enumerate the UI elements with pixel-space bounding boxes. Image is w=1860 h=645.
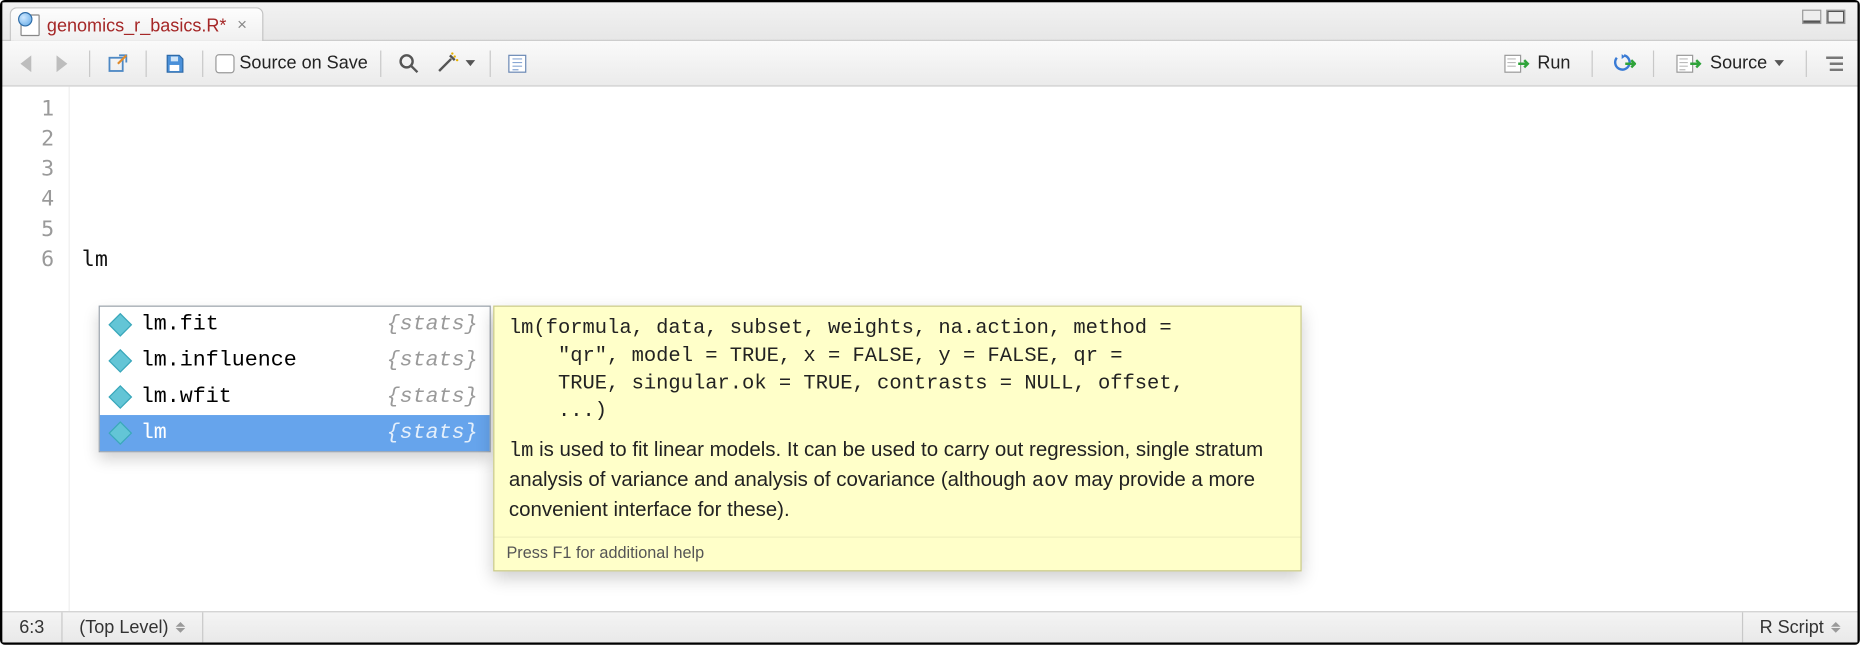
- source-button[interactable]: Source: [1667, 49, 1794, 77]
- autocomplete-tooltip: lm(formula, data, subset, weights, na.ac…: [493, 306, 1301, 572]
- maximize-pane-button[interactable]: [1826, 10, 1845, 24]
- line-number: 2: [2, 124, 54, 154]
- tooltip-code-aov: aov: [1032, 470, 1069, 493]
- file-tab-label: genomics_r_basics.R*: [47, 15, 227, 35]
- minimize-pane-button[interactable]: [1802, 10, 1821, 24]
- autocomplete-item-name: lm: [141, 421, 167, 445]
- line-gutter: 123456: [2, 87, 69, 612]
- file-type-selector[interactable]: R Script: [1743, 612, 1858, 642]
- status-spacer: [203, 612, 1742, 642]
- source-on-save-checkbox[interactable]: [215, 54, 234, 73]
- run-button[interactable]: Run: [1494, 49, 1580, 77]
- function-icon: [108, 421, 132, 445]
- rstudio-source-pane: genomics_r_basics.R* × Source on Save: [0, 0, 1860, 645]
- r-file-icon: [20, 14, 39, 36]
- autocomplete-item[interactable]: lm.fit {stats}: [100, 307, 490, 343]
- function-icon: [108, 349, 132, 373]
- source-label: Source: [1710, 53, 1767, 73]
- line-number: 6: [2, 244, 54, 274]
- code-editor[interactable]: 123456 lm lm.fit {stats} lm.influence {stat…: [2, 87, 1857, 612]
- status-bar: 6:3 (Top Level) R Script: [2, 611, 1857, 642]
- run-icon: [1504, 54, 1530, 73]
- line-number: 1: [2, 94, 54, 124]
- code-tools-button[interactable]: [432, 48, 478, 79]
- nav-forward-button[interactable]: [46, 48, 77, 79]
- nav-back-button[interactable]: [10, 48, 41, 79]
- outline-button[interactable]: [1819, 48, 1850, 79]
- find-button[interactable]: [393, 48, 424, 79]
- autocomplete-item-name: lm.fit: [141, 313, 219, 337]
- save-button[interactable]: [159, 48, 190, 79]
- function-icon: [108, 385, 132, 409]
- close-tab-icon[interactable]: ×: [234, 17, 251, 34]
- updown-icon: [176, 622, 186, 633]
- line-number: 3: [2, 154, 54, 184]
- autocomplete-item-pkg: {stats}: [387, 421, 478, 445]
- code-line[interactable]: [82, 154, 1858, 184]
- autocomplete-item-pkg: {stats}: [387, 313, 478, 337]
- autocomplete-item[interactable]: lm.influence {stats}: [100, 343, 490, 379]
- line-number: 4: [2, 184, 54, 214]
- run-label: Run: [1537, 53, 1570, 73]
- tooltip-signature: lm(formula, data, subset, weights, na.ac…: [494, 307, 1300, 434]
- code-line[interactable]: [82, 94, 1858, 124]
- rerun-button[interactable]: [1605, 49, 1641, 78]
- tooltip-description: lm is used to fit linear models. It can …: [494, 434, 1300, 536]
- chevron-down-icon: [1774, 60, 1784, 66]
- line-number: 5: [2, 214, 54, 244]
- source-icon: [1676, 54, 1702, 73]
- code-line[interactable]: [82, 184, 1858, 214]
- show-in-new-window-button[interactable]: [102, 48, 133, 79]
- tooltip-code-lm: lm: [509, 440, 534, 463]
- chevron-down-icon: [465, 60, 475, 66]
- file-tab[interactable]: genomics_r_basics.R* ×: [10, 7, 264, 41]
- function-icon: [108, 313, 132, 337]
- code-line[interactable]: [82, 124, 1858, 154]
- autocomplete-item-pkg: {stats}: [387, 385, 478, 409]
- compile-report-button[interactable]: [503, 48, 534, 79]
- autocomplete-list[interactable]: lm.fit {stats} lm.influence {stats} lm.wfit {…: [99, 306, 491, 453]
- tooltip-footer: Press F1 for additional help: [494, 536, 1300, 570]
- cursor-position[interactable]: 6:3: [2, 612, 62, 642]
- editor-toolbar: Source on Save Run Source: [2, 41, 1857, 87]
- code-line[interactable]: [82, 214, 1858, 244]
- pane-window-controls: [1802, 10, 1845, 24]
- autocomplete-item[interactable]: lm {stats}: [100, 415, 490, 451]
- updown-icon: [1831, 622, 1841, 633]
- scope-selector[interactable]: (Top Level): [62, 612, 203, 642]
- tab-bar: genomics_r_basics.R* ×: [2, 2, 1857, 40]
- autocomplete-item-name: lm.wfit: [141, 385, 232, 409]
- autocomplete-item-pkg: {stats}: [387, 349, 478, 373]
- code-line[interactable]: lm: [82, 244, 1858, 274]
- source-on-save-label: Source on Save: [239, 53, 367, 73]
- autocomplete-popup: lm.fit {stats} lm.influence {stats} lm.wfit {…: [99, 306, 1302, 572]
- autocomplete-item-name: lm.influence: [141, 349, 297, 373]
- autocomplete-item[interactable]: lm.wfit {stats}: [100, 379, 490, 415]
